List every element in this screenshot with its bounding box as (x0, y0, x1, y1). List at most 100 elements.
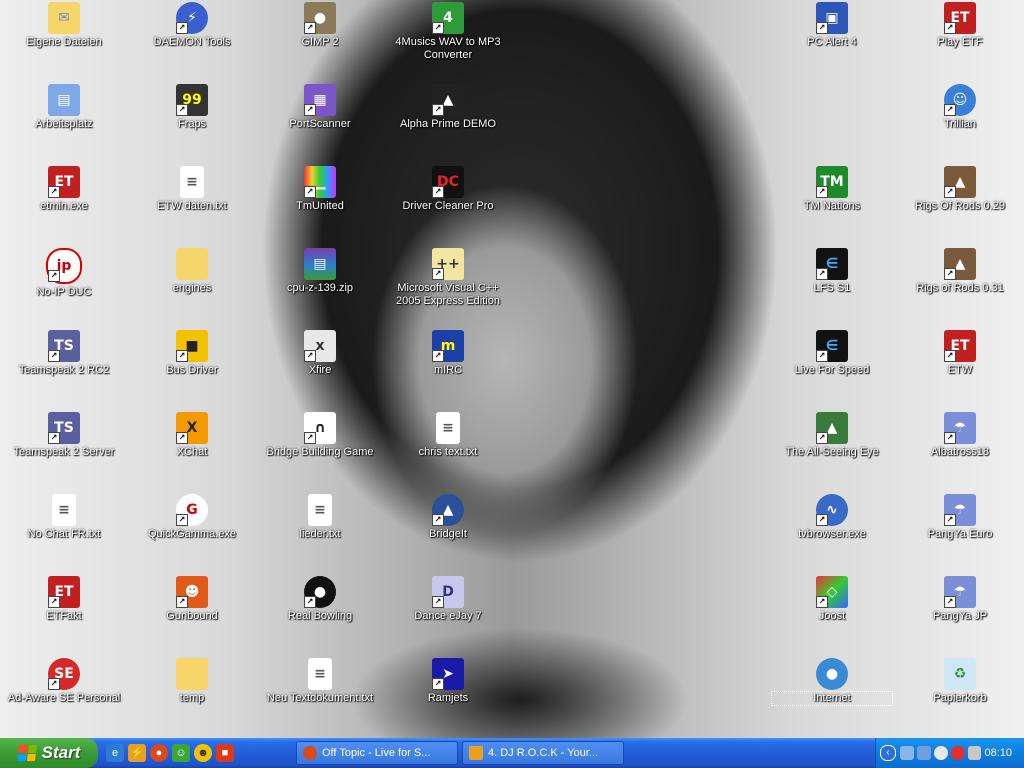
desktop-icon-temp[interactable]: temp (132, 658, 252, 705)
desktop-icon-fraps[interactable]: 99 ↗ Fraps (132, 84, 252, 131)
msn-messenger-icon[interactable]: ☺ (172, 744, 190, 762)
shortcut-arrow-icon: ↗ (176, 104, 188, 116)
desktop-icon-noip[interactable]: ip ↗ No-IP DUC (4, 248, 124, 299)
clock[interactable]: 08:10 (984, 747, 1024, 759)
smiley-icon[interactable]: ☻ (194, 744, 212, 762)
desktop-icon-neu-text[interactable]: ≡ Neu Textdokument.txt (260, 658, 380, 705)
shortcut-arrow-icon: ↗ (944, 596, 956, 608)
shortcut-arrow-icon: ↗ (432, 596, 444, 608)
desktop-icon-driver-cleaner[interactable]: DC ↗ Driver Cleaner Pro (388, 166, 508, 213)
desktop-icon-musics-converter[interactable]: 4 ↗ 4Musics WAV to MP3 Converter (388, 2, 508, 62)
desktop-icon-papierkorb[interactable]: ♻ Papierkorb (900, 658, 1020, 705)
portscanner-icon: ▦ ↗ (304, 84, 336, 116)
trillian-icon: ☺ ↗ (944, 84, 976, 116)
desktop-icon-dance-ejay[interactable]: D ↗ Dance eJay 7 (388, 576, 508, 623)
desktop-icon-lfs-s1[interactable]: ∈ ↗ LFS S1 (772, 248, 892, 295)
text-file-icon: ≡ (436, 412, 460, 444)
desktop-icon-arbeitsplatz[interactable]: ▤ Arbeitsplatz (4, 84, 124, 131)
desktop-icon-rigs-029[interactable]: ▲ ↗ Rigs Of Rods 0.29 (900, 166, 1020, 213)
rigs-of-rods-icon: ▲ ↗ (944, 248, 976, 280)
desktop-icon-tm-nations[interactable]: TM ↗ TM Nations (772, 166, 892, 213)
desktop-icon-etw-daten[interactable]: ≡ ETW daten.txt (132, 166, 252, 213)
desktop-icon-mirc[interactable]: m ↗ mIRC (388, 330, 508, 377)
network-icon[interactable] (899, 746, 914, 760)
desktop-icon-all-seeing-eye[interactable]: ▲ ↗ The All-Seeing Eye (772, 412, 892, 459)
desktop-icon-xfire[interactable]: x ↗ Xfire (260, 330, 380, 377)
desktop-icon-lieder[interactable]: ≡ lieder.txt (260, 494, 380, 541)
desktop-icon-quickgamma[interactable]: G ↗ QuickGamma.exe (132, 494, 252, 541)
desktop-icon-msvc[interactable]: ++ ↗ Microsoft Visual C++ 2005 Express Ed… (388, 248, 508, 308)
desktop-icon-bridgeit[interactable]: ▲ ↗ BridgeIt (388, 494, 508, 541)
desktop-icon-tvbrowser[interactable]: ∿ ↗ tvbrowser.exe (772, 494, 892, 541)
tm-nations-icon: TM ↗ (816, 166, 848, 198)
desktop: ✉ Eigene Dateien ▤ Arbeitsplatz ET ↗ etmi… (0, 0, 1024, 738)
desktop-icon-live-for-speed[interactable]: ∈ ↗ Live For Speed (772, 330, 892, 377)
desktop-icon-adaware[interactable]: SE ↗ Ad-Aware SE Personal (4, 658, 124, 705)
desktop-icon-daemon-tools[interactable]: ⚡ ↗ DAEMON Tools (132, 2, 252, 49)
desktop-icon-joost[interactable]: ◇ ↗ Joost (772, 576, 892, 623)
shortcut-arrow-icon: ↗ (176, 350, 188, 362)
desktop-icon-ramjets[interactable]: ➤ ↗ Ramjets (388, 658, 508, 705)
desktop-icon-gimp2[interactable]: ● ↗ GIMP 2 (260, 2, 380, 49)
taskbar: Start e ⚡ ● ☺ ☻ ■ Off Topic - Live for S… (0, 738, 1024, 768)
desktop-icon-etmin[interactable]: ET ↗ etmin.exe (4, 166, 124, 213)
etfakt-icon: ET ↗ (48, 576, 80, 608)
shortcut-arrow-icon: ↗ (432, 514, 444, 526)
desktop-icon-pc-alert[interactable]: ▣ ↗ PC Alert 4 (772, 2, 892, 49)
winrar-archive-icon: ▤ (304, 248, 336, 280)
desktop-icon-albatross[interactable]: ☂ ↗ Albatross18 (900, 412, 1020, 459)
albatross-icon: ☂ ↗ (944, 412, 976, 444)
shortcut-arrow-icon: ↗ (816, 432, 828, 444)
desktop-icon-internet[interactable]: ● Internet (771, 658, 893, 706)
converter-icon: 4 ↗ (432, 2, 464, 34)
desktop-icon-gunbound[interactable]: ☻ ↗ Gunbound (132, 576, 252, 623)
winamp-icon[interactable]: ⚡ (128, 744, 146, 762)
taskbar-button-winamp[interactable]: 4. DJ R.O.C.K - Your... (462, 741, 624, 765)
desktop-icon-rigs-031[interactable]: ▲ ↗ Rigs of Rods 0.31 (900, 248, 1020, 295)
desktop-icon-xchat[interactable]: X ↗ XChat (132, 412, 252, 459)
desktop-icon-ts2-rc2[interactable]: TS ↗ Teamspeak 2 RC2 (4, 330, 124, 377)
computer-icon: ▤ (48, 84, 80, 116)
app-launcher-icon[interactable]: ■ (216, 744, 234, 762)
desktop-icon-chris-text[interactable]: ≡ chris text.txt (388, 412, 508, 459)
folder-icon (176, 248, 208, 280)
desktop-icon-trillian[interactable]: ☺ ↗ Trillian (900, 84, 1020, 131)
shortcut-arrow-icon: ↗ (304, 186, 316, 198)
desktop-icon-pangya-euro[interactable]: ☂ ↗ PangYa Euro (900, 494, 1020, 541)
start-button[interactable]: Start (0, 738, 98, 768)
firefox-icon[interactable]: ● (150, 744, 168, 762)
taskbar-button-firefox[interactable]: Off Topic - Live for S... (296, 741, 458, 765)
desktop-icon-real-bowling[interactable]: ● ↗ Real Bowling (260, 576, 380, 623)
shortcut-arrow-icon: ↗ (944, 432, 956, 444)
shortcut-arrow-icon: ↗ (176, 432, 188, 444)
desktop-icon-portscanner[interactable]: ▦ ↗ PortScanner (260, 84, 380, 131)
shortcut-arrow-icon: ↗ (816, 350, 828, 362)
daemon-tray-icon[interactable] (933, 746, 948, 760)
desktop-icon-etw[interactable]: ET ↗ ETW (900, 330, 1020, 377)
desktop-icon-engines[interactable]: engines (132, 248, 252, 295)
desktop-icon-ts2-server[interactable]: TS ↗ Teamspeak 2 Server (4, 412, 124, 459)
teamspeak-icon: TS ↗ (48, 330, 80, 362)
desktop-icon-alpha-prime[interactable]: ▲ ↗ Alpha Prime DEMO (388, 84, 508, 131)
network-connections-icon[interactable] (916, 746, 931, 760)
shortcut-arrow-icon: ↗ (816, 22, 828, 34)
desktop-icon-pangya-jp[interactable]: ☂ ↗ PangYa JP (900, 576, 1020, 623)
volume-icon[interactable] (967, 746, 982, 760)
start-label: Start (41, 743, 81, 762)
desktop-icon-tmunited[interactable]: ▁ ↗ TmUnited (260, 166, 380, 213)
desktop-icon-cpuz[interactable]: ▤ cpu-z-139.zip (260, 248, 380, 295)
gunbound-icon: ☻ ↗ (176, 576, 208, 608)
desktop-icon-play-etf[interactable]: ET ↗ Play ETF (900, 2, 1020, 49)
desktop-icon-bridge-building[interactable]: ∩ ↗ Bridge Building Game (260, 412, 380, 459)
chevron-left-icon[interactable]: ‹ (880, 745, 896, 761)
shortcut-arrow-icon: ↗ (816, 186, 828, 198)
desktop-icon-no-chat[interactable]: ≡ No Chat FR.txt (4, 494, 124, 541)
desktop-icon-bus-driver[interactable]: ■ ↗ Bus Driver (132, 330, 252, 377)
pangya-icon: ☂ ↗ (944, 494, 976, 526)
shortcut-arrow-icon: ↗ (48, 432, 60, 444)
shortcut-arrow-icon: ↗ (48, 678, 60, 690)
quickgamma-tray-icon[interactable] (950, 746, 965, 760)
desktop-icon-eigene-dateien[interactable]: ✉ Eigene Dateien (4, 2, 124, 49)
internet-explorer-icon[interactable]: e (106, 744, 124, 762)
desktop-icon-etfakt[interactable]: ET ↗ ETFakt (4, 576, 124, 623)
